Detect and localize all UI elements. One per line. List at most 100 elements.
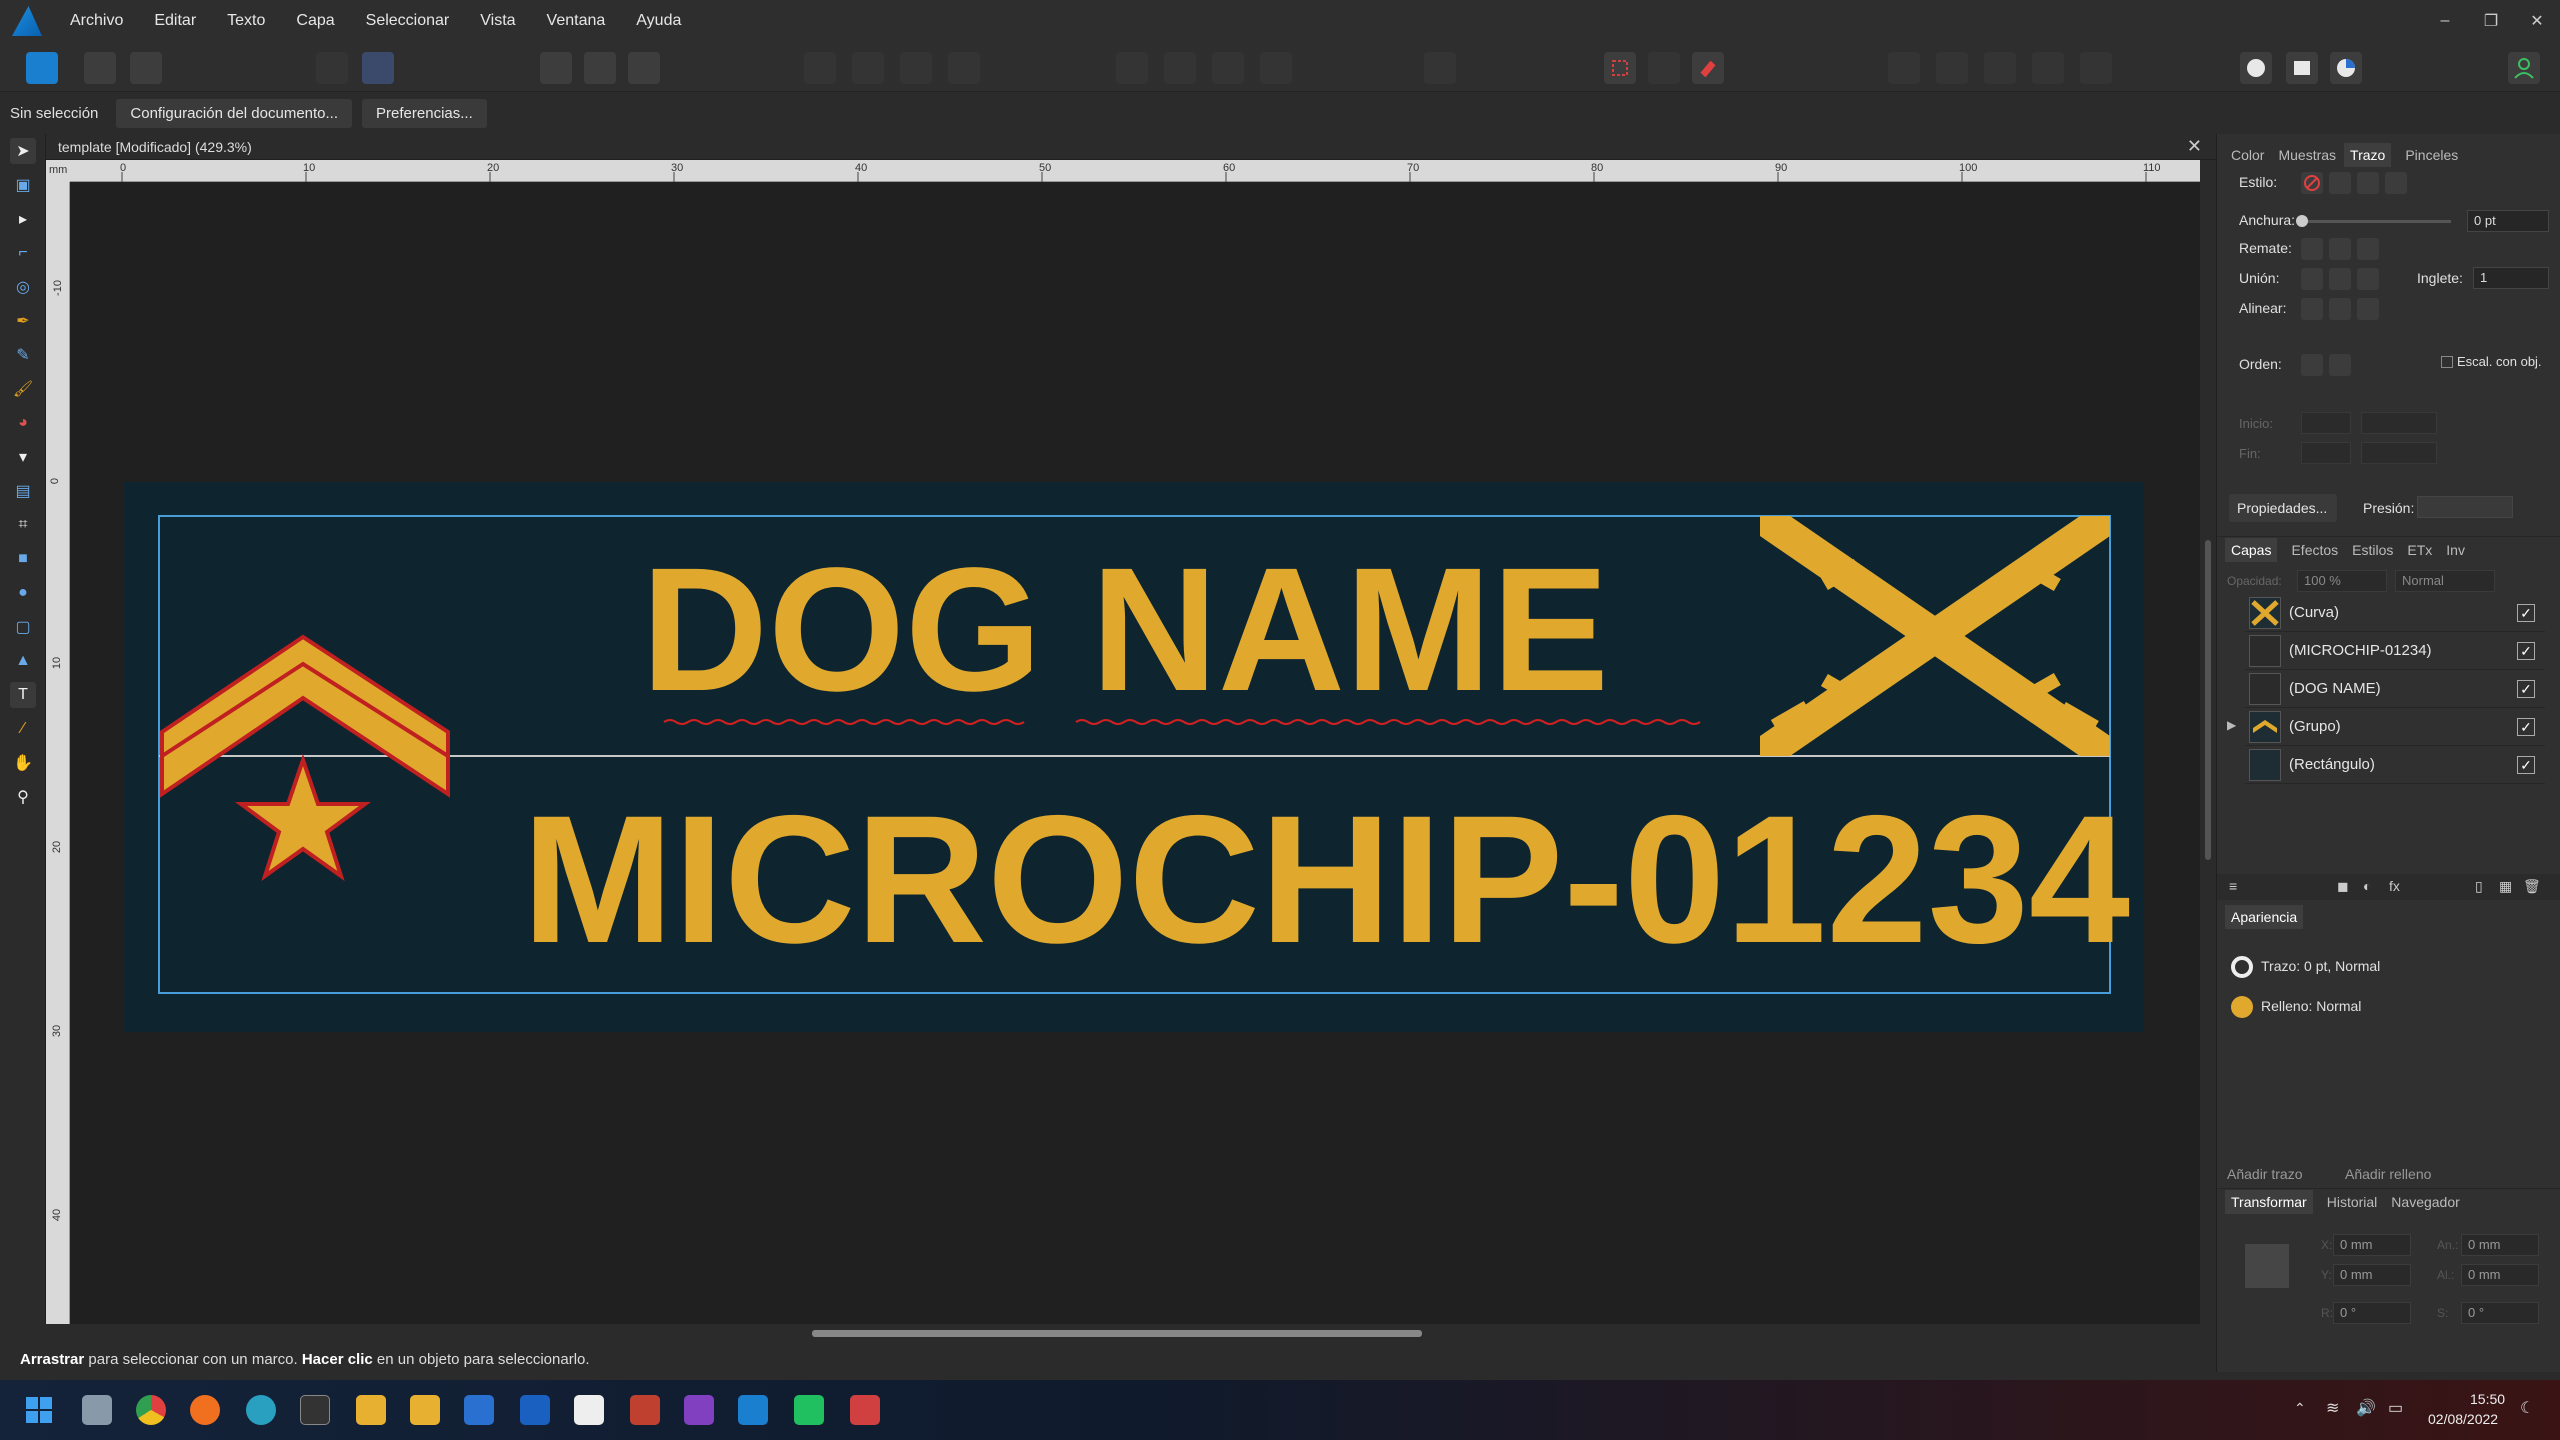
shear-field[interactable]: 0 ° — [2461, 1302, 2539, 1324]
y-field[interactable]: 0 mm — [2333, 1264, 2411, 1286]
align-inside-icon[interactable] — [2329, 298, 2351, 320]
task-view-icon[interactable] — [82, 1395, 112, 1425]
clock-time[interactable]: 15:50 — [2470, 1391, 2505, 1407]
affinity-designer-taskbar-icon[interactable] — [738, 1395, 768, 1425]
edge-icon[interactable] — [246, 1395, 276, 1425]
flip-vertical-icon[interactable] — [1164, 52, 1196, 84]
layer-visibility-checkbox[interactable]: ✓ — [2517, 679, 2535, 698]
align-icon[interactable] — [1424, 52, 1456, 84]
arrange-backward-icon[interactable] — [1984, 52, 2016, 84]
bevel-join-icon[interactable] — [2357, 268, 2379, 290]
close-document-icon[interactable]: ✕ — [2187, 136, 2202, 157]
vector-brush-tool-icon[interactable]: 🖌 — [10, 376, 36, 402]
layer-visibility-checkbox[interactable]: ✓ — [2517, 755, 2535, 774]
hand-tool-icon[interactable]: ✋ — [10, 750, 36, 776]
add-pixel-layer-icon[interactable]: ▦ — [2499, 878, 2512, 895]
boolean-xor-icon[interactable] — [948, 52, 980, 84]
texture-line-icon[interactable] — [2385, 172, 2407, 194]
terminal-icon[interactable] — [300, 1395, 330, 1425]
move-tool-icon[interactable]: ➤ — [10, 138, 36, 164]
flip-horizontal-icon[interactable] — [1116, 52, 1148, 84]
arrange-front-icon[interactable] — [1888, 52, 1920, 84]
fill-tool-icon[interactable]: ◕ — [10, 410, 36, 436]
square-cap-icon[interactable] — [2357, 238, 2379, 260]
add-fill-button[interactable]: Añadir relleno — [2345, 1166, 2431, 1182]
affinity-designer-logo-icon[interactable] — [12, 6, 42, 36]
rectangle-tool-icon[interactable]: ■ — [10, 546, 36, 572]
pressure-graph[interactable] — [2417, 496, 2513, 518]
dog-name-text[interactable]: DOG NAME — [641, 532, 1609, 728]
mask-icon[interactable]: ◼ — [2337, 878, 2349, 895]
stroke-entry[interactable]: Trazo: 0 pt, Normal — [2261, 958, 2380, 974]
rounded-rectangle-tool-icon[interactable]: ▢ — [10, 614, 36, 640]
width-slider[interactable] — [2296, 215, 2451, 227]
boolean-subtract-icon[interactable] — [852, 52, 884, 84]
w-field[interactable]: 0 mm — [2461, 1234, 2539, 1256]
layer-row[interactable]: (Curva) ✓ — [2245, 594, 2545, 632]
properties-button[interactable]: Propiedades... — [2229, 494, 2337, 522]
solid-line-icon[interactable] — [2329, 172, 2351, 194]
tab-color[interactable]: Color — [2231, 147, 2264, 163]
clock-date[interactable]: 02/08/2022 — [2428, 1411, 2498, 1427]
tab-inventory[interactable]: Inv — [2446, 542, 2465, 558]
adjustment-icon[interactable]: ◐ — [2363, 878, 2371, 894]
minimize-button[interactable]: – — [2422, 12, 2468, 30]
snapping-magnet-icon[interactable] — [1692, 52, 1724, 84]
width-field[interactable]: 0 pt — [2467, 210, 2549, 232]
dashed-line-icon[interactable] — [2357, 172, 2379, 194]
assistant-icon[interactable] — [316, 52, 348, 84]
firefox-icon[interactable] — [190, 1395, 220, 1425]
account-icon[interactable] — [2508, 52, 2540, 84]
fill-entry[interactable]: Relleno: Normal — [2261, 998, 2361, 1014]
no-stroke-icon[interactable] — [2301, 172, 2323, 194]
battery-icon[interactable]: ▭ — [2388, 1398, 2403, 1418]
rotate-right-icon[interactable] — [1260, 52, 1292, 84]
align-outside-icon[interactable] — [2357, 298, 2379, 320]
arrange-back-icon[interactable] — [2032, 52, 2064, 84]
menu-texto[interactable]: Texto — [227, 12, 265, 30]
layer-row[interactable]: (DOG NAME) ✓ — [2245, 670, 2545, 708]
horizontal-scroll-thumb[interactable] — [812, 1330, 1422, 1337]
onedrive-icon[interactable] — [464, 1395, 494, 1425]
tab-transform[interactable]: Transformar — [2225, 1189, 2313, 1214]
grid-icon[interactable] — [1604, 52, 1636, 84]
close-window-button[interactable]: ✕ — [2514, 11, 2560, 31]
pixel-persona-icon[interactable] — [84, 52, 116, 84]
add-stroke-button[interactable]: Añadir trazo — [2227, 1166, 2302, 1182]
artboard-tool-icon[interactable]: ▣ — [10, 172, 36, 198]
tab-text-styles[interactable]: ETx — [2407, 542, 2432, 558]
tab-effects[interactable]: Efectos — [2291, 542, 2338, 558]
menu-vista[interactable]: Vista — [480, 12, 515, 30]
snapping-options-icon[interactable] — [1648, 52, 1680, 84]
boolean-add-icon[interactable] — [804, 52, 836, 84]
group-icon[interactable] — [2080, 52, 2112, 84]
tray-overflow-icon[interactable]: ⌃ — [2294, 1400, 2306, 1417]
align-center-icon[interactable] — [2301, 298, 2323, 320]
rotation-field[interactable]: 0 ° — [2333, 1302, 2411, 1324]
rotate-left-icon[interactable] — [1212, 52, 1244, 84]
tab-styles[interactable]: Estilos — [2352, 542, 2393, 558]
layer-row[interactable]: (MICROCHIP-01234) ✓ — [2245, 632, 2545, 670]
round-join-icon[interactable] — [2329, 268, 2351, 290]
volume-icon[interactable]: 🔊 — [2356, 1398, 2376, 1418]
menu-ayuda[interactable]: Ayuda — [636, 12, 681, 30]
start-size-select[interactable] — [2361, 412, 2437, 434]
menu-editar[interactable]: Editar — [154, 12, 196, 30]
tab-layers[interactable]: Capas — [2225, 537, 2278, 562]
affinity-publisher-icon[interactable] — [630, 1395, 660, 1425]
layers-stack-icon[interactable]: ≡ — [2229, 878, 2237, 894]
studio-toggle-icon[interactable] — [2286, 52, 2318, 84]
tab-swatches[interactable]: Muestras — [2278, 147, 2336, 163]
miter-field[interactable]: 1 — [2473, 267, 2549, 289]
typora-icon[interactable] — [574, 1395, 604, 1425]
notifications-icon[interactable]: ☾ — [2520, 1398, 2534, 1418]
color-wheel-icon[interactable] — [2330, 52, 2362, 84]
tab-history[interactable]: Historial — [2327, 1194, 2378, 1210]
outlook-icon[interactable] — [520, 1395, 550, 1425]
h-field[interactable]: 0 mm — [2461, 1264, 2539, 1286]
vertical-scroll-thumb[interactable] — [2205, 540, 2211, 860]
microchip-text[interactable]: MICROCHIP-01234 — [522, 777, 2130, 981]
select-all-icon[interactable] — [584, 52, 616, 84]
end-size-select[interactable] — [2361, 442, 2437, 464]
document-tab[interactable]: template [Modificado] (429.3%) ✕ — [46, 134, 2216, 160]
